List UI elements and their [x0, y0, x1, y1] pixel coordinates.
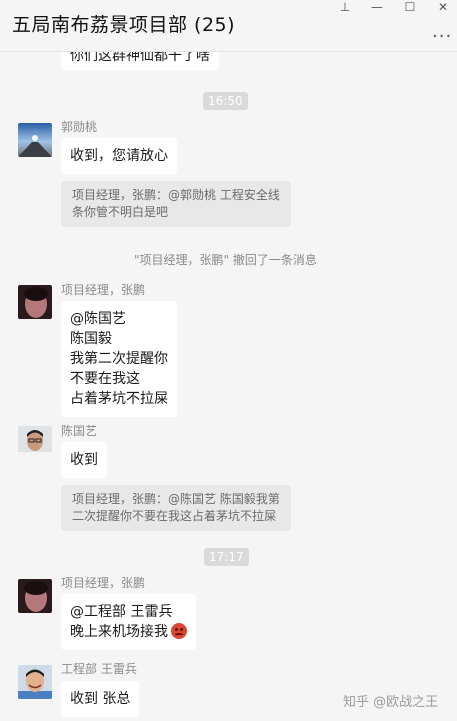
quote-line: 条你管不明白是吧: [72, 205, 169, 219]
message-line: 不要在我这: [70, 371, 140, 387]
message-line-with-emoji: 晚上来机场接我: [70, 622, 187, 642]
sender-name: 郭勋桃: [61, 120, 98, 134]
message-bubble[interactable]: @工程部 王雷兵 晚上来机场接我: [61, 594, 196, 650]
watermark: 知乎 @欧战之王: [343, 695, 439, 710]
timestamp: 16:50: [203, 92, 248, 110]
more-options-icon[interactable]: ···: [432, 26, 452, 47]
message-bubble[interactable]: 收到 张总: [61, 681, 140, 717]
message-line: 陈国毅: [70, 331, 112, 347]
message-bubble-partial: 你们这群神仙都干了啥: [61, 52, 219, 70]
quoted-message[interactable]: 项目经理，张鹏：@郭勋桃 工程安全线 条你管不明白是吧: [61, 181, 291, 227]
avatar[interactable]: [18, 285, 52, 319]
quoted-message[interactable]: 项目经理，张鹏：@陈国艺 陈国毅我第 二次提醒你不要在我这占着茅坑不拉屎: [61, 485, 291, 531]
sender-name: 项目经理，张鹏: [61, 283, 146, 297]
avatar[interactable]: [18, 665, 52, 699]
message-bubble[interactable]: 收到，您请放心: [61, 138, 177, 174]
message-line: 占着茅坑不拉屎: [70, 391, 168, 407]
close-icon[interactable]: ✕: [432, 0, 454, 14]
sender-name: 项目经理，张鹏: [61, 576, 146, 590]
timestamp: 17:17: [204, 548, 249, 566]
pin-icon[interactable]: ⊥: [334, 0, 356, 14]
sender-name: 陈国艺: [61, 424, 98, 438]
message-list[interactable]: 你们这群神仙都干了啥 16:50 郭勋桃 收到，您请放心 项目经理，张鹏：@郭勋…: [0, 52, 457, 721]
quote-line: 项目经理，张鹏：@郭勋桃 工程安全线: [72, 188, 280, 202]
chat-title: 五局南布荔景项目部 (25): [12, 14, 236, 36]
message-text: 晚上来机场接我: [70, 624, 168, 640]
title-bar: 五局南布荔景项目部 (25) ⊥ — ☐ ✕ ···: [0, 0, 457, 52]
sender-name: 工程部 王雷兵: [61, 662, 137, 676]
message-line: @工程部 王雷兵: [70, 604, 173, 620]
minimize-icon[interactable]: —: [366, 0, 388, 14]
quote-line: 二次提醒你不要在我这占着茅坑不拉屎: [72, 509, 277, 523]
quote-line: 项目经理，张鹏：@陈国艺 陈国毅我第: [72, 492, 280, 506]
avatar[interactable]: [18, 426, 52, 460]
message-bubble[interactable]: 收到: [61, 442, 107, 478]
message-line: @陈国艺: [70, 311, 126, 327]
message-bubble[interactable]: @陈国艺 陈国毅 我第二次提醒你 不要在我这 占着茅坑不拉屎: [61, 301, 177, 417]
avatar[interactable]: [18, 579, 52, 613]
recall-notice: "项目经理，张鹏" 撤回了一条消息: [134, 253, 317, 267]
angry-emoji-icon: [171, 623, 187, 639]
message-line: 我第二次提醒你: [70, 351, 168, 367]
maximize-icon[interactable]: ☐: [399, 0, 421, 14]
avatar[interactable]: [18, 123, 52, 157]
